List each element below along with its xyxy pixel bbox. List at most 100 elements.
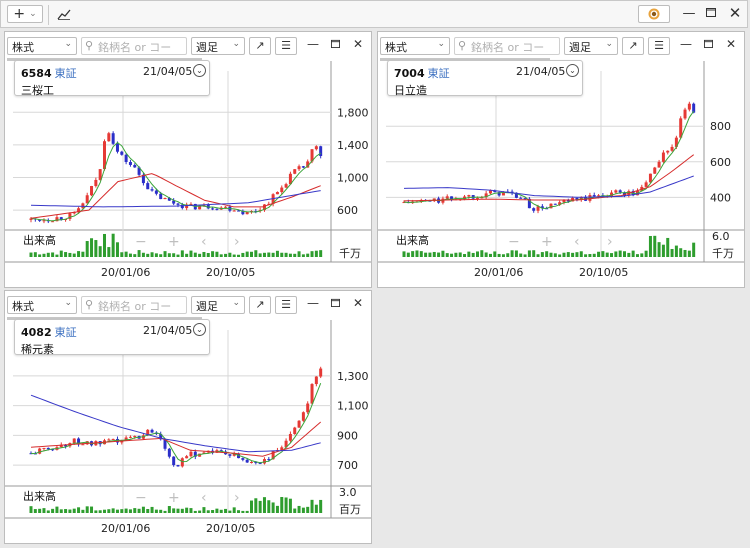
volume-bar: [679, 248, 683, 257]
volume-bar: [488, 253, 492, 257]
x-tick-label: 20/01/06: [101, 266, 150, 279]
volume-bar: [284, 252, 288, 257]
trend-chart-icon: [57, 9, 71, 20]
minimize-app-button[interactable]: —: [681, 6, 697, 21]
settings-button[interactable]: [638, 5, 670, 23]
stock-code: 4082 東証: [21, 326, 77, 339]
chart-panel-6584: 株式 ⌄ ⚲ 銘柄名 or コード 週足 ⌄ ↗ ☰ — ✕: [4, 31, 372, 288]
volume-bar: [271, 502, 275, 513]
volume-bar: [163, 510, 167, 513]
candle: [687, 101, 691, 112]
menu-button[interactable]: ☰: [648, 37, 670, 55]
maximize-icon: [330, 39, 340, 48]
candle: [250, 461, 253, 464]
zoom-in-button[interactable]: +: [168, 490, 180, 506]
y-tick-label: 1,300: [337, 370, 369, 383]
market-select-value: 株式: [12, 41, 34, 54]
volume-bar: [72, 508, 76, 513]
volume-bar: [254, 250, 258, 257]
maximize-panel-button[interactable]: [328, 296, 342, 310]
symbol-search-input[interactable]: ⚲ 銘柄名 or コード: [454, 37, 560, 70]
volume-bar: [202, 507, 206, 513]
volume-bar: [601, 251, 605, 257]
x-tick-label: 20/01/06: [101, 522, 150, 535]
volume-bar: [250, 500, 253, 513]
menu-button[interactable]: ☰: [275, 37, 297, 55]
candle: [180, 457, 184, 468]
volume-bar: [310, 499, 314, 513]
candle: [293, 426, 297, 435]
chevron-down-icon[interactable]: ⌄: [193, 323, 206, 336]
minimize-panel-button[interactable]: —: [306, 37, 320, 51]
add-window-button[interactable]: + ⌄: [7, 5, 43, 23]
maximize-app-button[interactable]: [703, 6, 719, 21]
scroll-right-button[interactable]: ›: [234, 490, 240, 506]
chart-view-button[interactable]: [53, 5, 75, 23]
volume-bar: [562, 252, 566, 257]
menu-button[interactable]: ☰: [275, 296, 297, 314]
volume-unit-label: 千万: [712, 247, 734, 260]
symbol-search-input[interactable]: ⚲ 銘柄名 or コード: [81, 296, 187, 329]
volume-bar: [68, 509, 72, 513]
chevron-down-icon[interactable]: ⌄: [193, 64, 206, 77]
volume-bar: [198, 510, 202, 513]
market-select[interactable]: 株式 ⌄: [7, 37, 77, 55]
close-panel-button[interactable]: ✕: [724, 37, 738, 51]
period-select[interactable]: 週足 ⌄: [191, 37, 245, 55]
volume-bar: [133, 508, 137, 513]
zoom-out-button[interactable]: −: [508, 234, 520, 250]
volume-bar: [167, 506, 171, 513]
zoom-out-button[interactable]: −: [135, 234, 147, 250]
market-select[interactable]: 株式 ⌄: [380, 37, 450, 55]
maximize-panel-button[interactable]: [328, 37, 342, 51]
volume-bar: [176, 254, 180, 257]
volume-bar: [172, 253, 176, 257]
close-panel-button[interactable]: ✕: [351, 37, 365, 51]
zoom-in-button[interactable]: +: [541, 234, 553, 250]
volume-bar: [120, 252, 124, 257]
popout-button[interactable]: ↗: [249, 37, 271, 55]
period-select[interactable]: 週足 ⌄: [191, 296, 245, 314]
close-app-button[interactable]: ✕: [727, 4, 743, 22]
volume-bar: [648, 235, 652, 257]
maximize-panel-button[interactable]: [701, 37, 715, 51]
market-select[interactable]: 株式 ⌄: [7, 296, 77, 314]
scroll-right-button[interactable]: ›: [234, 234, 240, 250]
scroll-left-button[interactable]: ‹: [574, 234, 580, 250]
volume-bar: [150, 252, 154, 257]
symbol-search-input[interactable]: ⚲ 銘柄名 or コード: [81, 37, 187, 70]
volume-bar: [319, 250, 323, 257]
volume-bar: [441, 250, 445, 257]
candle: [284, 182, 288, 189]
volume-bar: [406, 252, 410, 257]
scroll-left-button[interactable]: ‹: [201, 490, 207, 506]
volume-bar: [115, 242, 119, 257]
volume-bar: [103, 509, 106, 513]
volume-bar: [476, 251, 479, 257]
chart-panel-4082: 株式 ⌄ ⚲ 銘柄名 or コード 週足 ⌄ ↗ ☰ — ✕: [4, 290, 372, 544]
volume-bar: [288, 498, 292, 513]
volume-bar: [588, 254, 592, 257]
minimize-panel-button[interactable]: —: [306, 296, 320, 310]
candle: [657, 159, 661, 168]
minimize-panel-button[interactable]: —: [679, 37, 693, 51]
volume-bar: [640, 253, 644, 257]
toolbar-divider: [48, 5, 49, 25]
volume-bar: [154, 253, 158, 257]
zoom-in-button[interactable]: +: [168, 234, 180, 250]
close-panel-button[interactable]: ✕: [351, 296, 365, 310]
volume-bar: [241, 252, 245, 257]
volume-tick-label: 6.0: [712, 230, 730, 243]
maximize-icon: [330, 298, 340, 307]
scroll-right-button[interactable]: ›: [607, 234, 613, 250]
zoom-out-button[interactable]: −: [135, 490, 147, 506]
candle: [553, 203, 557, 205]
plus-icon: +: [13, 6, 26, 22]
period-select[interactable]: 週足 ⌄: [564, 37, 618, 55]
popout-button[interactable]: ↗: [622, 37, 644, 55]
popout-button[interactable]: ↗: [249, 296, 271, 314]
chevron-down-icon[interactable]: ⌄: [566, 64, 579, 77]
scroll-left-button[interactable]: ‹: [201, 234, 207, 250]
candle: [297, 420, 301, 428]
volume-bar: [237, 510, 241, 513]
